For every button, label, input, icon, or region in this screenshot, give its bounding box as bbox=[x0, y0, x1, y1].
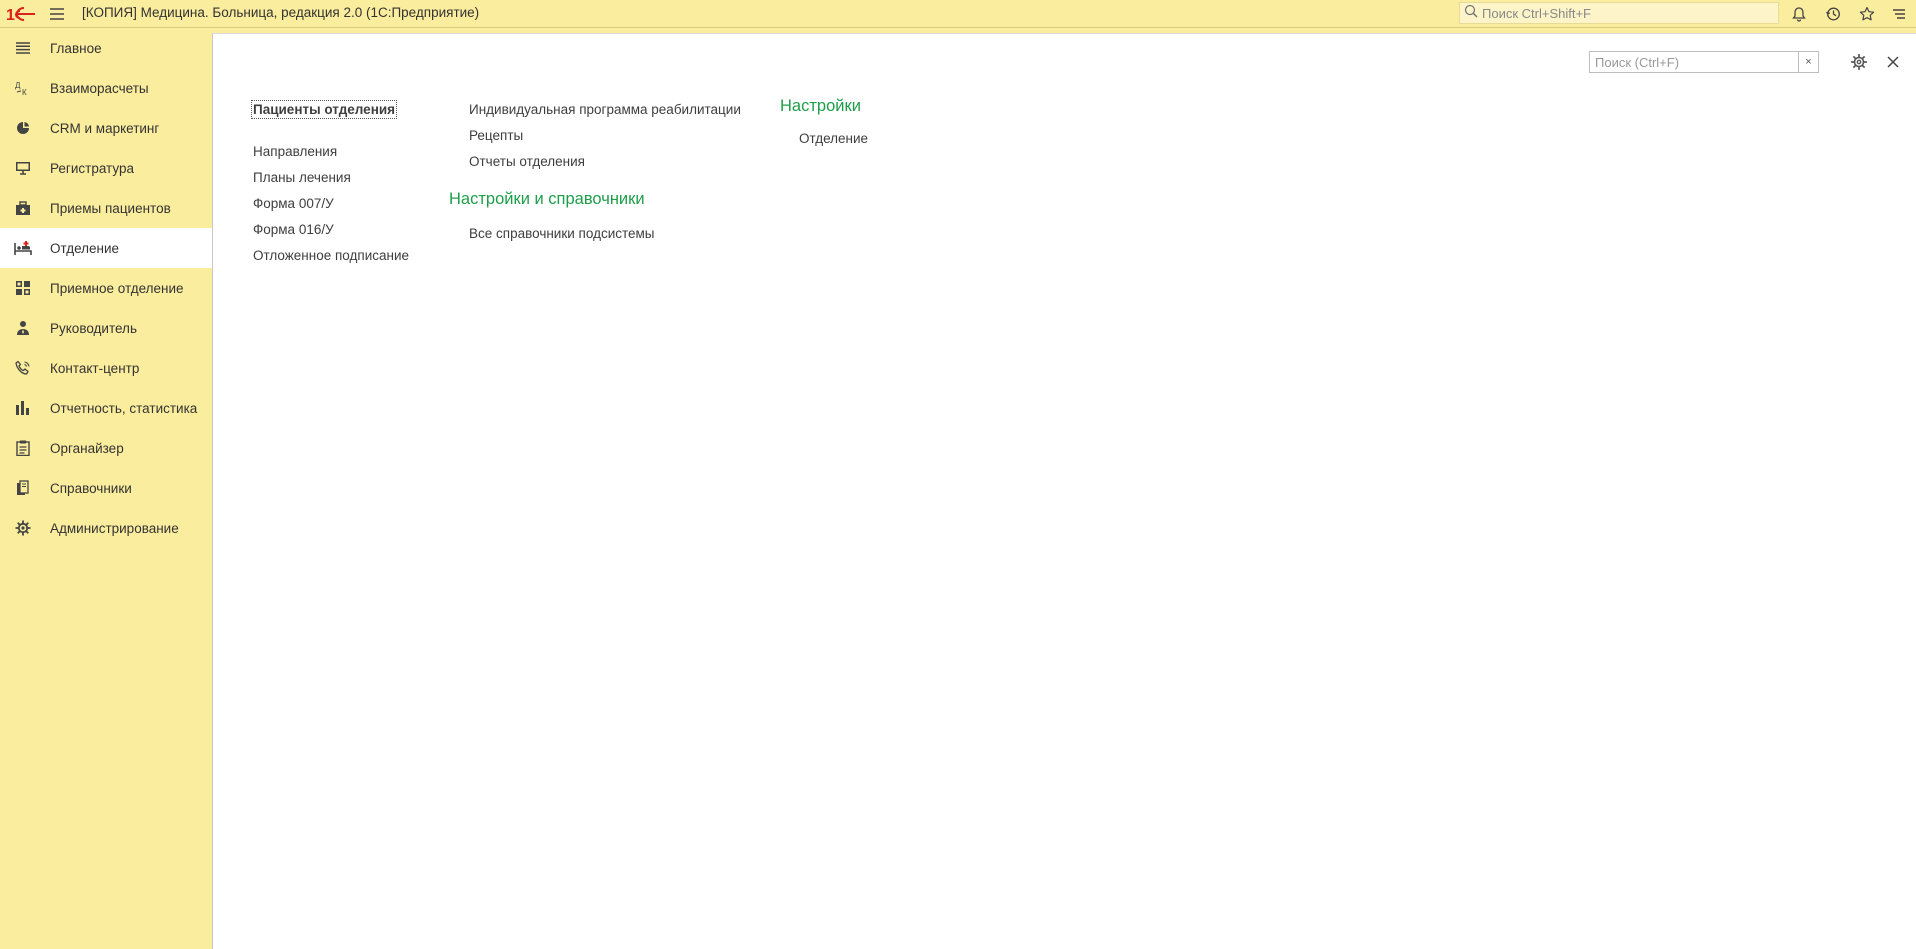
sidebar-item-label: Отчетность, статистика bbox=[50, 400, 198, 416]
global-search-input[interactable] bbox=[1482, 5, 1772, 21]
sidebar-item-department[interactable]: Отделение bbox=[0, 228, 212, 268]
bar-chart-icon bbox=[14, 400, 32, 416]
sidebar-item-reception[interactable]: Приемное отделение bbox=[0, 268, 212, 308]
link-all-catalogs[interactable]: Все справочники подсистемы bbox=[469, 226, 655, 241]
link-department-patients[interactable]: Пациенты отделения bbox=[251, 100, 398, 119]
link-form-007u[interactable]: Форма 007/У bbox=[253, 196, 334, 211]
sidebar-item-appointments[interactable]: Приемы пациентов bbox=[0, 188, 212, 228]
link-treatment-plans[interactable]: Планы лечения bbox=[253, 170, 351, 185]
global-search-box[interactable] bbox=[1459, 2, 1779, 24]
form-settings-gear-icon[interactable] bbox=[1849, 52, 1869, 72]
manager-icon bbox=[14, 320, 32, 336]
settlements-icon: ДК bbox=[14, 80, 32, 96]
form-search-input[interactable] bbox=[1590, 54, 1790, 70]
favorites-star-icon[interactable] bbox=[1857, 4, 1877, 24]
1c-logo-icon: 1 bbox=[6, 4, 36, 24]
clipboard-icon bbox=[14, 440, 32, 456]
sidebar-item-manager[interactable]: Руководитель bbox=[0, 308, 212, 348]
form-search-box[interactable]: × bbox=[1589, 51, 1819, 73]
section-title-settings: Настройки bbox=[780, 97, 861, 115]
link-rehab-program[interactable]: Индивидуальная программа реабилитации bbox=[469, 102, 741, 117]
top-bar: 1 [КОПИЯ] Медицина. Больница, редакция 2… bbox=[0, 0, 1916, 28]
sidebar-item-reports[interactable]: Отчетность, статистика bbox=[0, 388, 212, 428]
link-prescriptions[interactable]: Рецепты bbox=[469, 128, 523, 143]
sidebar-item-label: Приемное отделение bbox=[50, 280, 184, 296]
reception-icon bbox=[14, 280, 32, 296]
sidebar-item-contact-center[interactable]: Контакт-центр bbox=[0, 348, 212, 388]
svg-text:1: 1 bbox=[6, 7, 15, 24]
sidebar-item-label: Органайзер bbox=[50, 440, 124, 456]
sidebar-item-label: Руководитель bbox=[50, 320, 137, 336]
sidebar-item-organizer[interactable]: Органайзер bbox=[0, 428, 212, 468]
sidebar-item-administration[interactable]: Администрирование bbox=[0, 508, 212, 548]
main-menu-icon[interactable] bbox=[48, 5, 66, 23]
svg-text:К: К bbox=[22, 88, 27, 96]
sections-sidebar: Главное ДК Взаиморасчеты CRM и маркетинг… bbox=[0, 28, 212, 949]
section-title-settings-catalogs: Настройки и справочники bbox=[449, 190, 645, 208]
hospital-bed-icon bbox=[14, 240, 32, 256]
pie-chart-icon bbox=[14, 120, 32, 136]
sidebar-item-label: Главное bbox=[50, 40, 102, 56]
close-icon[interactable] bbox=[1883, 52, 1903, 72]
sidebar-item-settlements[interactable]: ДК Взаиморасчеты bbox=[0, 68, 212, 108]
list-icon bbox=[14, 40, 32, 56]
svg-text:Д: Д bbox=[15, 81, 21, 90]
link-deferred-signing[interactable]: Отложенное подписание bbox=[253, 248, 409, 263]
link-referrals[interactable]: Направления bbox=[253, 144, 337, 159]
briefcase-icon bbox=[14, 200, 32, 216]
sidebar-item-registry[interactable]: Регистратура bbox=[0, 148, 212, 188]
phone-icon bbox=[14, 360, 32, 376]
sidebar-item-main[interactable]: Главное bbox=[0, 28, 212, 68]
link-department-settings[interactable]: Отделение bbox=[799, 131, 868, 146]
settings-menu-icon[interactable] bbox=[1889, 4, 1909, 24]
sidebar-item-label: Администрирование bbox=[50, 520, 179, 536]
sidebar-item-label: Отделение bbox=[50, 240, 120, 256]
app-title: [КОПИЯ] Медицина. Больница, редакция 2.0… bbox=[82, 5, 480, 20]
sidebar-item-label: CRM и маркетинг bbox=[50, 120, 160, 136]
clear-search-button[interactable]: × bbox=[1798, 52, 1818, 72]
sidebar-item-crm[interactable]: CRM и маркетинг bbox=[0, 108, 212, 148]
sidebar-item-label: Приемы пациентов bbox=[50, 200, 171, 216]
section-content-panel: × Пациенты отделения Направления Планы л… bbox=[212, 33, 1916, 949]
sidebar-item-catalogs[interactable]: Справочники bbox=[0, 468, 212, 508]
books-icon bbox=[14, 480, 32, 496]
monitor-icon bbox=[14, 160, 32, 176]
link-department-reports[interactable]: Отчеты отделения bbox=[469, 154, 585, 169]
search-icon bbox=[1464, 4, 1478, 23]
history-icon[interactable] bbox=[1823, 4, 1843, 24]
notifications-bell-icon[interactable] bbox=[1789, 4, 1809, 24]
sidebar-item-label: Регистратура bbox=[50, 160, 134, 176]
sidebar-item-label: Контакт-центр bbox=[50, 360, 140, 376]
gear-icon bbox=[14, 520, 32, 536]
link-form-016u[interactable]: Форма 016/У bbox=[253, 222, 334, 237]
sidebar-item-label: Взаиморасчеты bbox=[50, 80, 149, 96]
sidebar-item-label: Справочники bbox=[50, 480, 132, 496]
